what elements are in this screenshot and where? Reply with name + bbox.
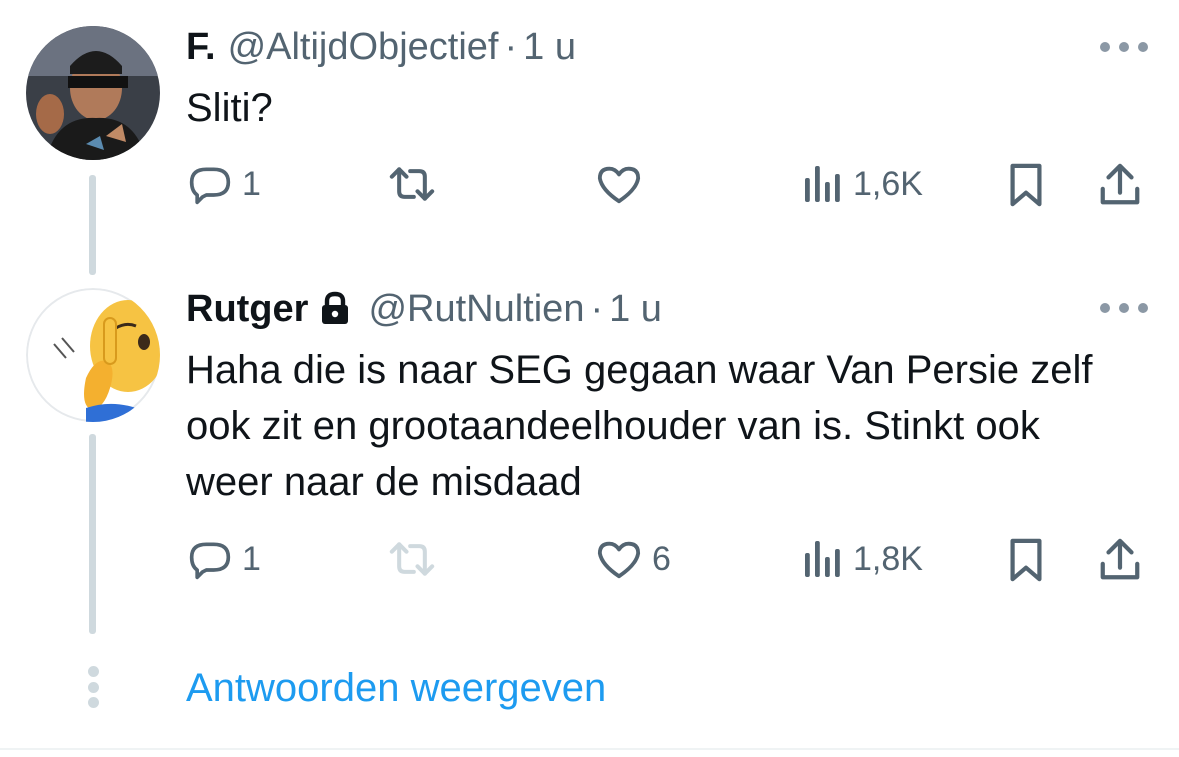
share-button[interactable]: [1098, 537, 1142, 583]
action-bar: 1 1,6K: [0, 162, 1179, 212]
tweet-header: F. @AltijdObjectief · 1 u: [186, 26, 576, 69]
view-count: 1,8K: [853, 539, 923, 578]
like-count: 6: [652, 539, 671, 578]
views-icon: [805, 541, 840, 577]
handle[interactable]: @RutNultien: [368, 288, 584, 331]
thread-line: [89, 434, 96, 634]
retweet-button[interactable]: [386, 537, 438, 581]
views-button[interactable]: 1,8K: [803, 537, 923, 581]
reply-count: 1: [242, 164, 261, 203]
reply-count: 1: [242, 539, 261, 578]
heart-icon: [597, 166, 641, 204]
share-button[interactable]: [1098, 162, 1142, 208]
bookmark-icon: [1010, 163, 1042, 207]
share-icon: [1100, 163, 1140, 205]
like-button[interactable]: [596, 162, 652, 206]
reply-icon: [189, 167, 231, 205]
reply-button[interactable]: 1: [188, 537, 261, 581]
reply-icon: [189, 542, 231, 580]
dot-icon: [87, 697, 99, 708]
views-button[interactable]: 1,6K: [803, 162, 923, 206]
bookmark-icon: [1010, 538, 1042, 582]
more-options-button[interactable]: [1100, 37, 1148, 57]
retweet-icon: [389, 167, 435, 201]
dot-icon: [1119, 42, 1129, 52]
handle[interactable]: @AltijdObjectief: [228, 26, 499, 69]
bookmark-button[interactable]: [1008, 162, 1044, 208]
avatar[interactable]: [26, 288, 160, 422]
action-bar: 1 6 1,8K: [0, 537, 1179, 587]
lock-icon: [322, 291, 349, 324]
bookmark-button[interactable]: [1008, 537, 1044, 583]
share-icon: [1100, 538, 1140, 580]
display-name[interactable]: Rutger: [186, 288, 308, 331]
separator-dot: ·: [504, 26, 518, 68]
heart-icon: [597, 541, 641, 579]
timestamp[interactable]: 1 u: [523, 26, 576, 69]
dot-icon: [1138, 303, 1148, 313]
retweet-button[interactable]: [386, 162, 438, 206]
show-replies-link[interactable]: Antwoorden weergeven: [186, 666, 606, 711]
dot-icon: [1138, 42, 1148, 52]
tweet-header: Rutger @RutNultien · 1 u: [186, 287, 662, 331]
dot-icon: [87, 681, 99, 693]
tweet-text: Sliti?: [186, 86, 273, 130]
reply-button[interactable]: 1: [188, 162, 261, 206]
display-name[interactable]: F.: [186, 26, 216, 69]
more-options-button[interactable]: [1100, 298, 1148, 318]
separator-dot: ·: [590, 288, 604, 330]
dot-icon: [1100, 42, 1110, 52]
dot-icon: [1119, 303, 1129, 313]
avatar[interactable]: [26, 26, 160, 160]
tweet-text: Haha die is naar SEG gegaan waar Van Per…: [186, 348, 1093, 504]
view-count: 1,6K: [853, 164, 923, 203]
views-icon: [805, 166, 840, 202]
divider: [0, 748, 1179, 750]
like-button[interactable]: 6: [596, 537, 671, 581]
dot-icon: [1100, 303, 1110, 313]
dot-icon: [87, 666, 99, 677]
timestamp[interactable]: 1 u: [609, 288, 662, 331]
more-replies-icon: [86, 666, 100, 708]
retweet-icon: [389, 542, 435, 576]
